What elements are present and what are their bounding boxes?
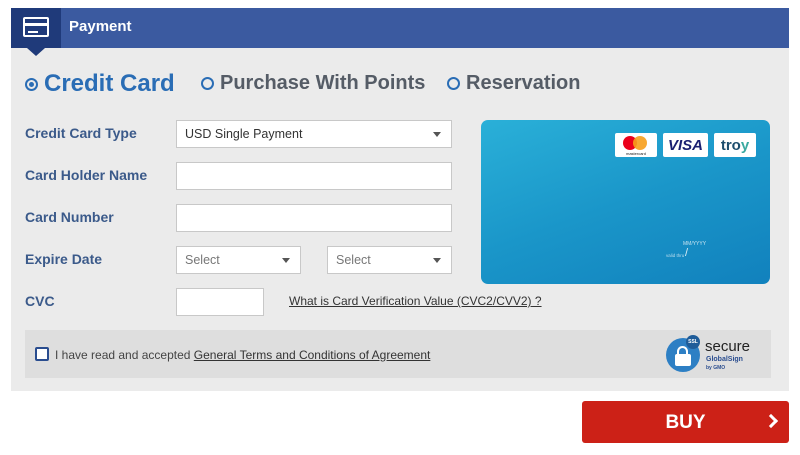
ssl-secure-text: secure — [705, 338, 751, 355]
troy-text: tro — [720, 136, 741, 154]
mastercard-text: mastercard — [625, 151, 646, 156]
card-holder-input[interactable] — [176, 162, 452, 190]
agreement-text: I have read and accepted General Terms a… — [55, 348, 430, 362]
tab-label: Purchase With Points — [220, 72, 426, 94]
radio-icon[interactable] — [447, 77, 460, 90]
expire-month-value: Select — [185, 253, 220, 267]
expire-year-value: Select — [336, 253, 371, 267]
mastercard-logo: mastercard — [615, 133, 657, 157]
troy-text-y: y — [740, 136, 750, 154]
tab-label: Reservation — [466, 72, 581, 94]
card-number-input[interactable] — [176, 204, 452, 232]
tab-credit-card[interactable]: Credit Card — [25, 70, 175, 98]
payment-title: Payment — [69, 18, 132, 35]
visa-logo: VISA — [663, 133, 708, 157]
cvc-label: CVC — [25, 293, 55, 309]
ssl-badge: SSL — [686, 335, 700, 349]
expire-month-select[interactable]: Select — [176, 246, 301, 274]
card-preview: mastercard VISA tro y MM/YYYY valid thru … — [481, 120, 770, 284]
cvc-input[interactable] — [176, 288, 264, 316]
expire-year-select[interactable]: Select — [327, 246, 452, 274]
payment-panel: Payment Credit Card Purchase With Points… — [11, 8, 789, 391]
visa-text: VISA — [667, 136, 703, 154]
card-holder-label: Card Holder Name — [25, 167, 148, 183]
ssl-provider-text: GlobalSign — [706, 356, 743, 363]
expire-date-label: Expire Date — [25, 251, 103, 267]
card-type-value: USD Single Payment — [185, 127, 303, 141]
cvc-help-link[interactable]: What is Card Verification Value (CVC2/CV… — [289, 294, 542, 308]
troy-logo: tro y — [714, 133, 756, 157]
card-expiry-slash: / — [685, 247, 689, 259]
chevron-down-icon — [282, 258, 290, 263]
tab-reservation[interactable]: Reservation — [447, 72, 581, 95]
card-valid-thru: valid thru — [666, 253, 685, 258]
buy-button-label: BUY — [665, 412, 706, 433]
radio-icon[interactable] — [201, 77, 214, 90]
radio-selected-icon[interactable] — [25, 77, 38, 91]
payment-header: Payment — [11, 8, 789, 56]
card-number-label: Card Number — [25, 209, 114, 225]
tab-purchase-with-points[interactable]: Purchase With Points — [201, 72, 425, 95]
agreement-bar: I have read and accepted General Terms a… — [25, 330, 771, 378]
ssl-by-text: by GMO — [706, 365, 726, 371]
agreement-prefix: I have read and accepted — [55, 348, 191, 362]
chevron-down-icon — [433, 258, 441, 263]
tab-label: Credit Card — [44, 70, 175, 97]
card-type-label: Credit Card Type — [25, 125, 137, 141]
ssl-secure-seal: SSL secure GlobalSign by GMO — [666, 335, 762, 373]
header-icon-box — [11, 8, 61, 56]
credit-card-icon — [23, 17, 49, 37]
terms-link[interactable]: General Terms and Conditions of Agreemen… — [194, 348, 431, 362]
agreement-checkbox[interactable] — [35, 347, 49, 361]
chevron-down-icon — [433, 132, 441, 137]
buy-button[interactable]: BUY — [582, 401, 789, 443]
card-type-select[interactable]: USD Single Payment — [176, 120, 452, 148]
